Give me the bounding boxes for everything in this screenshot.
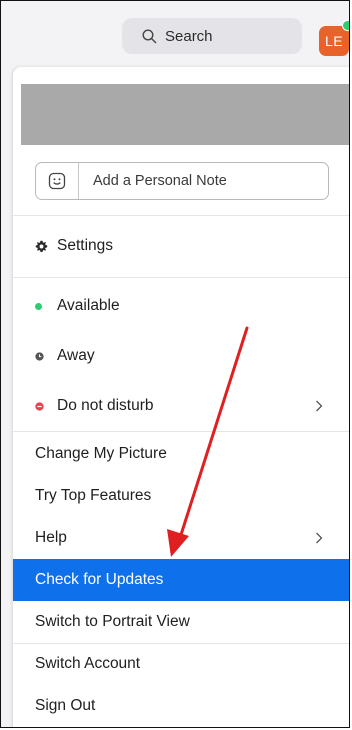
avatar-initials: LE [324,33,344,49]
search-label: Search [165,27,213,45]
emoji-picker-button[interactable] [36,163,79,199]
available-status-icon [35,302,42,310]
away-clock-icon [35,351,44,361]
gear-icon [35,240,48,252]
menu-item-available[interactable]: Available [13,285,349,327]
divider [13,431,349,432]
menu-item-label: Sign Out [35,697,96,714]
personal-note-input[interactable] [91,172,315,190]
menu-item-away[interactable]: Away [13,335,349,377]
search-icon [142,28,157,43]
menu-item-label: Away [57,347,95,364]
app-window: Search LE Add a Personal Note Settings A… [0,0,350,728]
divider [13,215,349,216]
do-not-disturb-icon [35,401,44,411]
menu-item-change-picture[interactable]: Change My Picture [13,433,349,475]
menu-item-label: Check for Updates [35,571,164,588]
menu-item-label: Change My Picture [35,445,167,462]
personal-note-field[interactable] [35,162,329,200]
chevron-right-icon [316,532,323,544]
menu-item-label: Try Top Features [35,487,152,504]
menu-item-label: Do not disturb [57,397,154,414]
menu-item-label: Available [57,297,120,314]
profile-dropdown-menu: Settings Available Away Do n [13,67,349,727]
menu-item-do-not-disturb[interactable]: Do not disturb [13,385,349,427]
menu-item-label: Switch Account [35,655,141,672]
menu-item-try-features[interactable]: Try Top Features [13,475,349,517]
menu-item-help[interactable]: Help [13,517,349,559]
menu-item-sign-out[interactable]: Sign Out [13,685,349,727]
chevron-right-icon [316,400,323,412]
menu-item-label: Help [35,529,67,546]
presence-status-dot [342,20,349,31]
smiley-icon [48,172,66,190]
profile-banner-redacted [21,84,349,145]
menu-item-label: Switch to Portrait View [35,613,190,630]
search-button[interactable]: Search [122,18,302,54]
menu-item-label: Settings [57,237,114,254]
divider [13,277,349,278]
menu-item-portrait-view[interactable]: Switch to Portrait View [13,601,349,643]
menu-item-check-for-updates[interactable]: Check for Updates [13,559,349,601]
menu-item-switch-account[interactable]: Switch Account [13,643,349,685]
menu-item-settings[interactable]: Settings [13,225,349,267]
